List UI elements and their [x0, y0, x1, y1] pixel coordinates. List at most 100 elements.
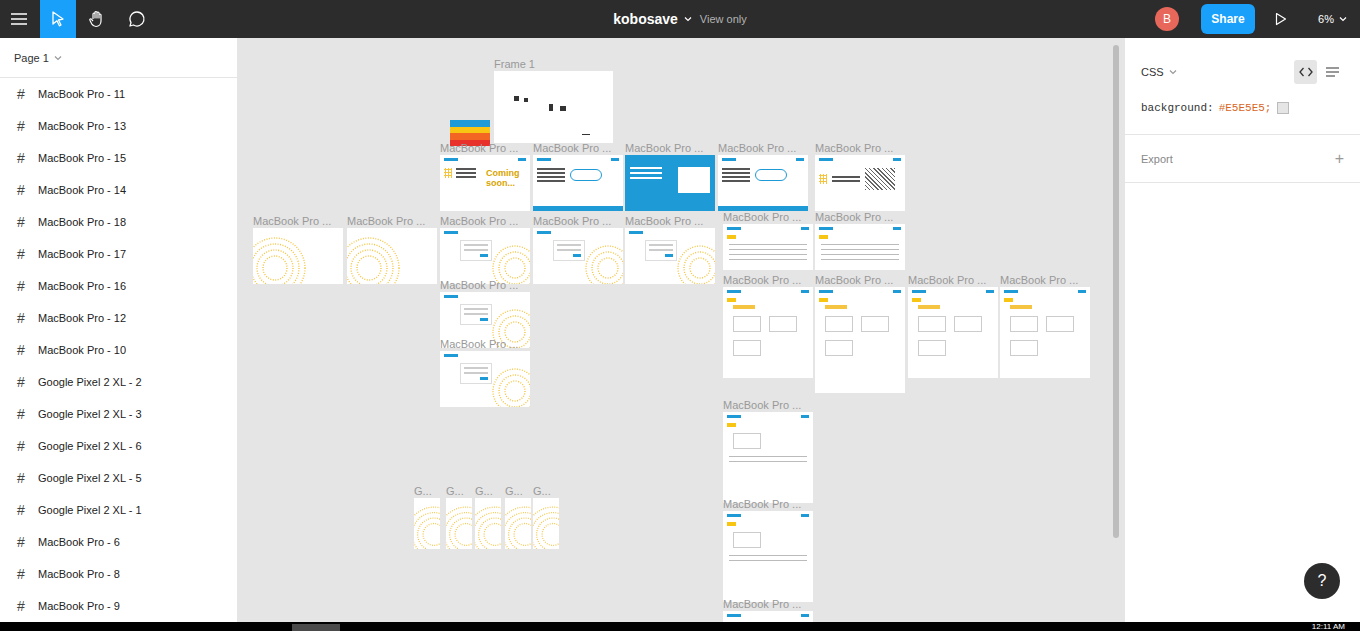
rings-pattern: [505, 498, 531, 549]
frame-thumbnail[interactable]: [723, 412, 813, 503]
layer-item[interactable]: # MacBook Pro - 18: [0, 206, 237, 238]
tool-button[interactable]: [78, 0, 116, 38]
frame[interactable]: MacBook Pro ...: [440, 338, 530, 407]
frame[interactable]: MacBook Pro ...: [723, 598, 813, 622]
frame[interactable]: G...: [475, 485, 501, 549]
horizontal-scrollbar[interactable]: [292, 624, 340, 631]
page-selector[interactable]: Page 1: [0, 38, 237, 78]
layer-item[interactable]: # Google Pixel 2 XL - 5: [0, 462, 237, 494]
frame-thumbnail[interactable]: [723, 287, 813, 378]
frame-thumbnail[interactable]: [533, 155, 623, 211]
frame[interactable]: MacBook Pro ...: [815, 274, 905, 393]
frame-thumbnail[interactable]: [815, 224, 905, 270]
frame-thumbnail[interactable]: [533, 228, 623, 284]
frame[interactable]: MacBook Pro ...: [723, 498, 813, 602]
clock: 12:11 AM: [1312, 622, 1345, 631]
frame[interactable]: MacBook Pro ...: [625, 142, 715, 211]
layer-item[interactable]: # MacBook Pro - 13: [0, 110, 237, 142]
frame[interactable]: G...: [446, 485, 472, 549]
present-button[interactable]: [1255, 12, 1307, 26]
language-selector[interactable]: CSS: [1141, 66, 1177, 78]
frame-thumbnail[interactable]: [253, 228, 343, 284]
frame[interactable]: MacBook Pro ...: [815, 211, 905, 270]
frame-thumbnail[interactable]: [1000, 287, 1090, 378]
view-button[interactable]: [1294, 60, 1317, 84]
layer-item[interactable]: # Google Pixel 2 XL - 2: [0, 366, 237, 398]
layer-item[interactable]: # Google Pixel 2 XL - 6: [0, 430, 237, 462]
rings-pattern: [533, 498, 559, 549]
frame-thumbnail[interactable]: [414, 498, 440, 549]
frame[interactable]: MacBook Pro ...: [440, 215, 530, 284]
frame-label: MacBook Pro ...: [440, 215, 530, 228]
frame-label: MacBook Pro ...: [625, 142, 715, 155]
help-button[interactable]: ?: [1304, 563, 1340, 599]
frame[interactable]: MacBook Pro ...: [723, 211, 813, 270]
frame[interactable]: MacBook Pro ...: [1000, 274, 1090, 378]
frame-thumbnail[interactable]: [347, 228, 437, 284]
zoom-level: 6%: [1318, 13, 1334, 25]
frame[interactable]: G...: [505, 485, 531, 549]
layer-item[interactable]: # Google Pixel 2 XL - 3: [0, 398, 237, 430]
frame-thumbnail[interactable]: [908, 287, 998, 378]
frame-thumbnail[interactable]: [723, 224, 813, 270]
frame-thumbnail[interactable]: [815, 155, 905, 211]
frame-thumbnail[interactable]: [718, 155, 808, 211]
user-avatar[interactable]: B: [1155, 7, 1179, 31]
frame-thumbnail[interactable]: [505, 498, 531, 549]
frame[interactable]: MacBook Pro ...: [723, 274, 813, 378]
layer-item[interactable]: # MacBook Pro - 15: [0, 142, 237, 174]
vertical-scrollbar[interactable]: [1113, 45, 1119, 538]
layer-name: MacBook Pro - 10: [38, 344, 126, 356]
view-toggle: [1294, 60, 1344, 84]
canvas[interactable]: Frame 1 MacBook Pro ... Coming soon...Ma…: [238, 38, 1124, 622]
frame[interactable]: MacBook Pro ...: [347, 215, 437, 284]
frame[interactable]: Frame 1: [494, 58, 613, 143]
frame-thumbnail[interactable]: [475, 498, 501, 549]
frame[interactable]: G...: [533, 485, 559, 549]
document-title[interactable]: kobosave View only: [613, 11, 746, 27]
frame-thumbnail[interactable]: [440, 228, 530, 284]
layer-item[interactable]: # MacBook Pro - 12: [0, 302, 237, 334]
frame-thumbnail[interactable]: [494, 71, 613, 143]
layer-item[interactable]: # Google Pixel 2 XL - 1: [0, 494, 237, 526]
frame-thumbnail[interactable]: [625, 155, 715, 211]
layer-item[interactable]: # MacBook Pro - 16: [0, 270, 237, 302]
layer-item[interactable]: # MacBook Pro - 9: [0, 590, 237, 622]
view-button[interactable]: [1321, 60, 1344, 84]
frame-thumbnail[interactable]: [815, 287, 905, 393]
frame[interactable]: MacBook Pro ...: [723, 399, 813, 503]
tool-button[interactable]: [40, 0, 76, 38]
layer-item[interactable]: # MacBook Pro - 6: [0, 526, 237, 558]
export-label: Export: [1141, 153, 1173, 165]
frame[interactable]: MacBook Pro ...: [533, 215, 623, 284]
menu-button[interactable]: [0, 0, 38, 38]
cursor-icon: [51, 11, 65, 27]
add-export-button[interactable]: +: [1335, 150, 1344, 168]
frame-thumbnail[interactable]: Coming soon...: [440, 155, 530, 211]
frame-thumbnail[interactable]: [625, 228, 715, 284]
frame-thumbnail[interactable]: [723, 611, 813, 622]
layer-item[interactable]: # MacBook Pro - 11: [0, 78, 237, 110]
frame[interactable]: MacBook Pro ...: [908, 274, 998, 378]
frame[interactable]: MacBook Pro ...: [533, 142, 623, 211]
frame[interactable]: MacBook Pro ...: [815, 142, 905, 211]
frame-thumbnail[interactable]: [533, 498, 559, 549]
frame[interactable]: MacBook Pro ...: [440, 279, 530, 348]
frame-icon: #: [17, 310, 38, 326]
layer-item[interactable]: # MacBook Pro - 10: [0, 334, 237, 366]
layer-item[interactable]: # MacBook Pro - 17: [0, 238, 237, 270]
layer-item[interactable]: # MacBook Pro - 14: [0, 174, 237, 206]
frame[interactable]: G...: [414, 485, 440, 549]
frame[interactable]: MacBook Pro ...: [625, 215, 715, 284]
frame-thumbnail[interactable]: [446, 498, 472, 549]
frame-label: MacBook Pro ...: [440, 279, 530, 292]
frame-thumbnail[interactable]: [723, 511, 813, 602]
share-button[interactable]: Share: [1201, 4, 1255, 34]
frame[interactable]: MacBook Pro ... Coming soon...: [440, 142, 530, 211]
frame[interactable]: MacBook Pro ...: [253, 215, 343, 284]
tool-button[interactable]: [118, 0, 156, 38]
frame[interactable]: MacBook Pro ...: [718, 142, 808, 211]
frame-thumbnail[interactable]: [440, 351, 530, 407]
layer-item[interactable]: # MacBook Pro - 8: [0, 558, 237, 590]
zoom-menu[interactable]: 6%: [1307, 13, 1347, 25]
